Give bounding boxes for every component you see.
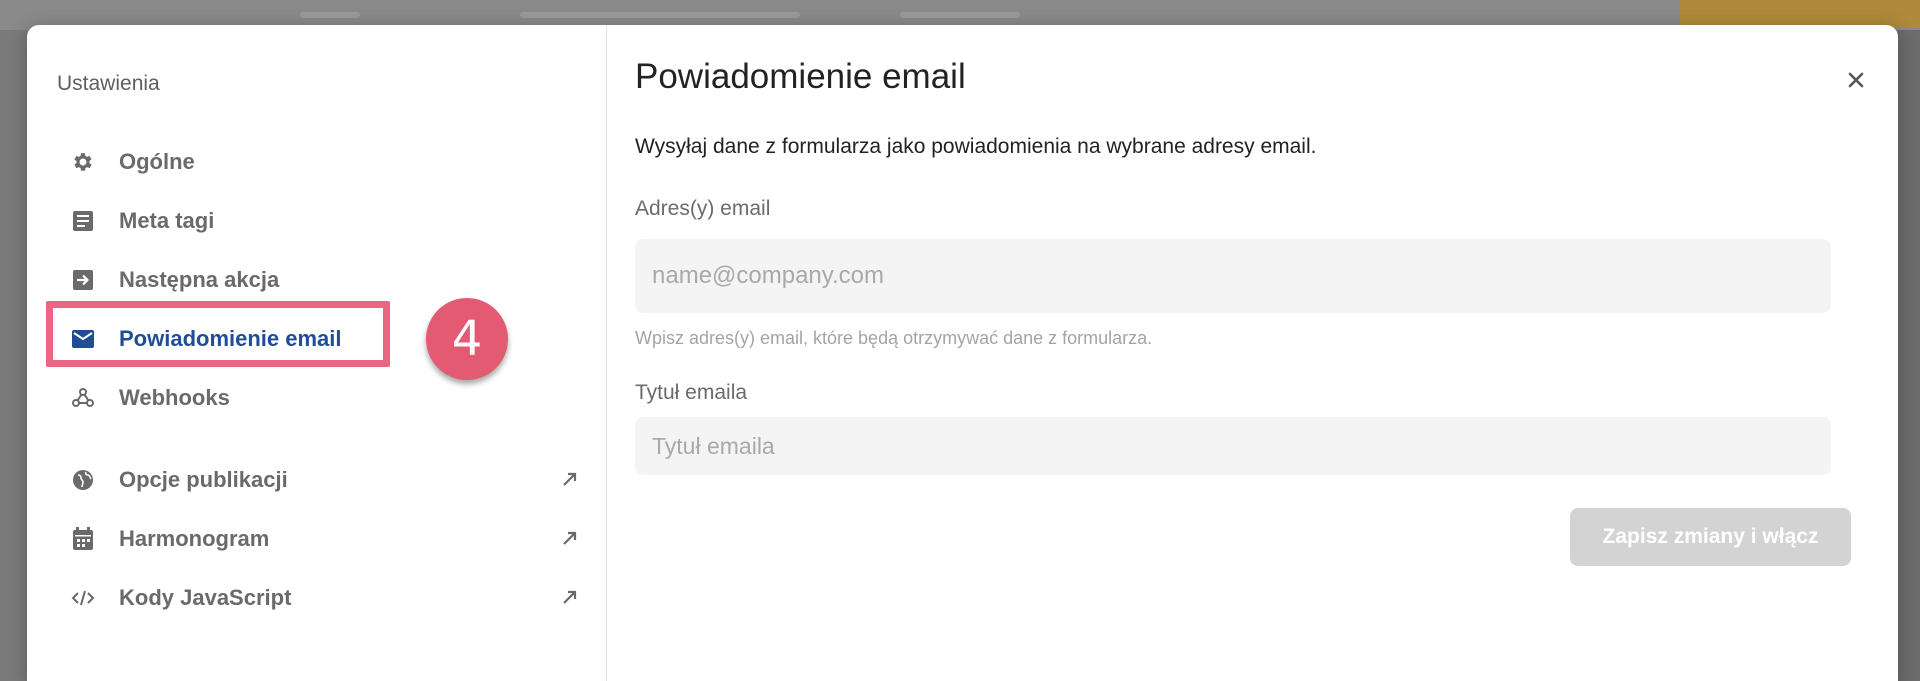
- sidebar-item-label: Ogólne: [119, 149, 195, 174]
- external-link-icon: [559, 468, 581, 490]
- background-bar: [900, 12, 1020, 18]
- sidebar-item-meta-tags[interactable]: Meta tagi: [71, 199, 581, 243]
- settings-sidebar: Ustawienia Ogólne Meta tagi Następna akc…: [27, 25, 607, 681]
- background-bar: [520, 12, 800, 18]
- background-accent-button: [1680, 0, 1920, 28]
- annotation-highlight-box: [46, 301, 390, 367]
- sidebar-item-label: Meta tagi: [119, 208, 215, 233]
- globe-icon: [71, 468, 95, 492]
- sidebar-item-label: Kody JavaScript: [119, 585, 292, 610]
- external-link-icon: [559, 527, 581, 549]
- subject-field[interactable]: [635, 417, 1831, 475]
- close-icon: [1848, 72, 1864, 88]
- sidebar-title: Ustawienia: [57, 72, 160, 95]
- annotation-step-badge: 4: [426, 298, 508, 380]
- email-field-label: Adres(y) email: [635, 197, 771, 220]
- background-left-column: [0, 30, 27, 681]
- webhook-icon: [71, 386, 95, 410]
- sidebar-item-webhooks[interactable]: Webhooks: [71, 376, 581, 420]
- document-icon: [71, 209, 95, 233]
- sidebar-item-schedule[interactable]: Harmonogram: [71, 517, 581, 561]
- sidebar-item-general[interactable]: Ogólne: [71, 140, 581, 184]
- sidebar-item-label: Harmonogram: [119, 526, 270, 551]
- arrow-right-box-icon: [71, 268, 95, 292]
- external-link-icon: [559, 586, 581, 608]
- background-bar: [300, 12, 360, 18]
- sidebar-item-label: Opcje publikacji: [119, 467, 288, 492]
- sidebar-item-label: Webhooks: [119, 385, 230, 410]
- sidebar-item-next-action[interactable]: Następna akcja: [71, 258, 581, 302]
- sidebar-item-label: Następna akcja: [119, 267, 280, 292]
- sidebar-item-publish-options[interactable]: Opcje publikacji: [71, 458, 581, 502]
- gear-icon: [71, 150, 95, 174]
- email-notification-panel: Powiadomienie email Wysyłaj dane z formu…: [607, 25, 1898, 681]
- settings-modal: Ustawienia Ogólne Meta tagi Następna akc…: [27, 25, 1898, 681]
- sidebar-item-javascript-codes[interactable]: Kody JavaScript: [71, 576, 581, 620]
- subject-field-label: Tytuł emaila: [635, 381, 748, 404]
- email-field-help: Wpisz adres(y) email, które będą otrzymy…: [635, 328, 1153, 348]
- calendar-icon: [71, 527, 95, 551]
- page-title: Powiadomienie email: [635, 57, 966, 96]
- panel-description: Wysyłaj dane z formularza jako powiadomi…: [635, 135, 1317, 158]
- email-field[interactable]: [635, 239, 1831, 313]
- save-and-enable-button[interactable]: Zapisz zmiany i włącz: [1570, 508, 1851, 566]
- code-icon: [71, 586, 95, 610]
- close-button[interactable]: [1841, 65, 1871, 95]
- background-right-column: [1898, 30, 1920, 681]
